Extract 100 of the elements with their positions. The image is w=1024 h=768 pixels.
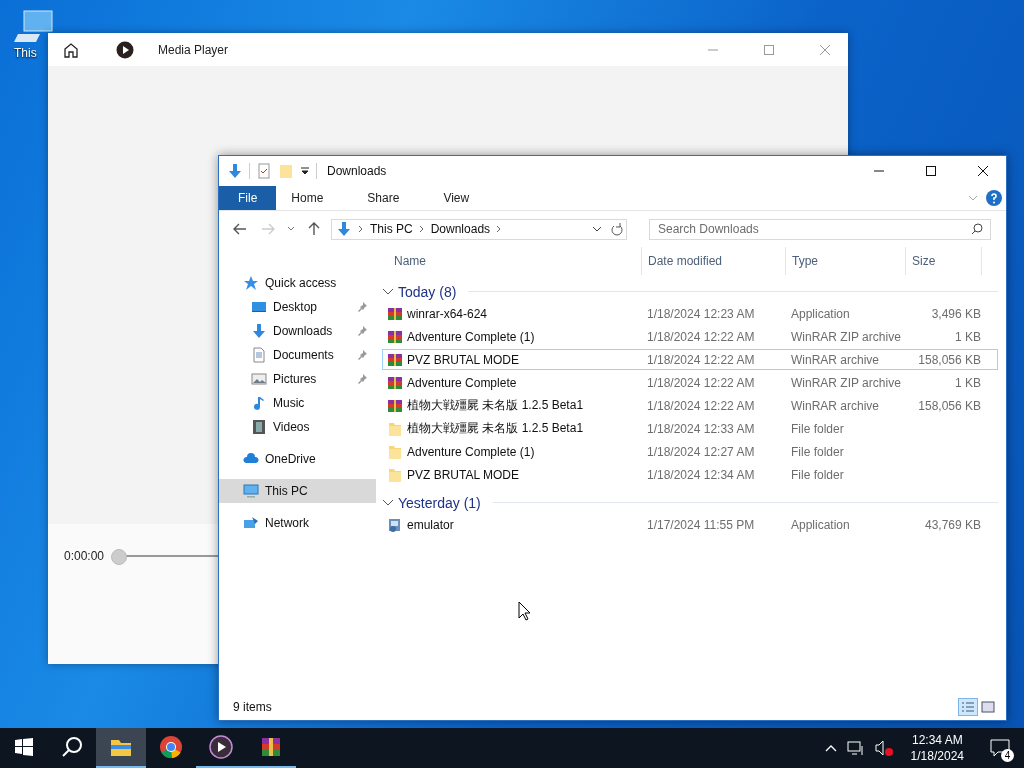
file-row[interactable]: 植物大戦殭屍 未名版 1.2.5 Beta1 1/18/2024 12:22 AM WinRAR archive 158,056 KB bbox=[382, 395, 998, 416]
star-icon bbox=[243, 275, 259, 291]
type-cell-text: File folder bbox=[790, 444, 845, 459]
ribbon-tab[interactable]: File bbox=[219, 186, 277, 210]
details-list-icon bbox=[961, 701, 975, 713]
chevron-down-icon bbox=[592, 224, 602, 234]
nav-item[interactable]: OneDrive bbox=[219, 447, 376, 471]
ribbon-tab[interactable]: View bbox=[428, 186, 485, 210]
date-cell-text: 1/18/2024 12:22 AM bbox=[646, 329, 756, 344]
file-name: Adventure Complete (1) bbox=[407, 329, 535, 344]
ribbon-tab[interactable]: Home bbox=[276, 186, 339, 210]
archive-icon bbox=[387, 305, 403, 322]
status-text: 9 items bbox=[233, 700, 273, 714]
folder-icon bbox=[387, 466, 403, 483]
file-name: PVZ BRUTAL MODE bbox=[407, 467, 519, 482]
message-icon bbox=[990, 739, 1010, 757]
chevron-right-icon bbox=[418, 225, 425, 233]
size-cell-text: 1 KB bbox=[954, 375, 981, 390]
dropdown-icon bbox=[300, 166, 310, 176]
group-header[interactable]: Yesterday (1) bbox=[398, 494, 481, 511]
arrow-right-icon bbox=[261, 223, 275, 235]
file-row[interactable]: Adventure Complete (1) 1/18/2024 12:22 AM WinRAR ZIP archive 1 KB bbox=[382, 326, 998, 347]
archive-icon bbox=[387, 328, 403, 345]
clock-date[interactable]: 1/18/2024 bbox=[910, 749, 964, 763]
archive-icon bbox=[387, 351, 403, 368]
nav-item[interactable]: Music bbox=[219, 391, 376, 415]
date-cell-text: 1/18/2024 12:22 AM bbox=[646, 375, 756, 390]
folder-icon bbox=[278, 163, 294, 179]
file-row[interactable]: emulator 1/17/2024 11:55 PM Application 43,769 KB bbox=[382, 514, 998, 535]
browser-icon bbox=[159, 735, 183, 759]
pictures-icon bbox=[251, 371, 267, 387]
address-bar[interactable]: This PC Downloads bbox=[331, 218, 627, 240]
file-name: PVZ BRUTAL MODE bbox=[407, 352, 519, 367]
nav-item[interactable]: This PC bbox=[219, 479, 376, 503]
computer-icon bbox=[14, 10, 54, 44]
type-cell-text: Application bbox=[790, 306, 851, 321]
computer-icon bbox=[243, 483, 259, 499]
play-icon bbox=[116, 40, 134, 59]
date-cell-text: 1/18/2024 12:23 AM bbox=[646, 306, 756, 321]
size-cell-text: 158,056 KB bbox=[917, 398, 981, 413]
breadcrumb-item[interactable]: Downloads bbox=[430, 222, 491, 236]
pin-icon bbox=[356, 373, 368, 385]
search-icon bbox=[971, 222, 983, 235]
nav-item[interactable]: Videos bbox=[219, 415, 376, 439]
nav-item[interactable]: Downloads bbox=[219, 319, 376, 343]
close-icon bbox=[978, 166, 988, 176]
date-cell-text: 1/18/2024 12:27 AM bbox=[646, 444, 756, 459]
file-name: emulator bbox=[407, 517, 454, 532]
type-cell-text: WinRAR archive bbox=[790, 352, 881, 367]
column-header[interactable]: Size bbox=[906, 247, 982, 275]
tiles-view-button[interactable] bbox=[978, 698, 998, 716]
installer-icon bbox=[387, 516, 403, 533]
folder-icon bbox=[387, 420, 403, 437]
notifications-button[interactable]: 4 bbox=[982, 728, 1018, 768]
network-icon bbox=[846, 740, 865, 756]
nav-item[interactable]: Quick access bbox=[219, 271, 376, 295]
search-field[interactable]: Search Downloads bbox=[649, 218, 991, 240]
pin-icon bbox=[356, 325, 368, 337]
download-icon bbox=[251, 323, 267, 339]
pin-icon bbox=[356, 301, 368, 313]
arrow-left-icon bbox=[233, 223, 247, 235]
file-row[interactable]: Adventure Complete 1/18/2024 12:22 AM WinRAR ZIP archive 1 KB bbox=[382, 372, 998, 393]
size-cell-text: 43,769 KB bbox=[923, 517, 981, 532]
pin-icon bbox=[356, 349, 368, 361]
seek-slider[interactable] bbox=[111, 549, 128, 565]
document-icon bbox=[251, 347, 267, 363]
chevron-down-icon bbox=[287, 226, 295, 232]
download-icon bbox=[336, 221, 352, 237]
date-cell-text: 1/18/2024 12:22 AM bbox=[646, 352, 756, 367]
ribbon-tab[interactable]: Share bbox=[352, 186, 415, 210]
nav-item[interactable]: Desktop bbox=[219, 295, 376, 319]
play-icon bbox=[209, 735, 233, 759]
column-header[interactable]: Date modified bbox=[642, 247, 786, 275]
breadcrumb-item[interactable]: This PC bbox=[370, 222, 413, 236]
taskbar-app-button[interactable] bbox=[96, 728, 146, 768]
nav-item[interactable]: Pictures bbox=[219, 367, 376, 391]
nav-item[interactable]: Network bbox=[219, 511, 376, 535]
desktop-icon-label[interactable]: This bbox=[14, 46, 37, 60]
column-header[interactable]: Type bbox=[786, 247, 906, 275]
search-icon bbox=[61, 736, 83, 758]
date-cell-text: 1/18/2024 12:34 AM bbox=[646, 467, 756, 482]
desktop-icon bbox=[251, 299, 267, 315]
chevron-right-icon bbox=[358, 225, 364, 233]
type-cell-text: Application bbox=[790, 517, 851, 532]
column-header[interactable]: Name bbox=[388, 247, 642, 275]
maximize-icon bbox=[764, 44, 774, 55]
large-icons-icon bbox=[981, 701, 995, 713]
date-cell-text: 1/18/2024 12:22 AM bbox=[646, 398, 756, 413]
archive-icon bbox=[387, 397, 403, 414]
clock-time[interactable]: 12:34 AM bbox=[911, 733, 963, 747]
file-name: Adventure Complete (1) bbox=[407, 444, 535, 459]
playback-time: 0:00:00 bbox=[64, 548, 105, 564]
mouse-cursor-icon bbox=[518, 601, 531, 621]
nav-item[interactable]: Documents bbox=[219, 343, 376, 367]
file-row[interactable]: PVZ BRUTAL MODE 1/18/2024 12:22 AM WinRAR archive 158,056 KB bbox=[382, 349, 998, 370]
group-header[interactable]: Today (8) bbox=[398, 283, 457, 300]
file-row[interactable]: Adventure Complete (1) 1/18/2024 12:27 AM File folder bbox=[382, 441, 998, 462]
file-row[interactable]: winrar-x64-624 1/18/2024 12:23 AM Application 3,496 KB bbox=[382, 303, 998, 324]
file-row[interactable]: 植物大戦殭屍 未名版 1.2.5 Beta1 1/18/2024 12:33 AM File folder bbox=[382, 418, 998, 439]
file-row[interactable]: PVZ BRUTAL MODE 1/18/2024 12:34 AM File folder bbox=[382, 464, 998, 485]
